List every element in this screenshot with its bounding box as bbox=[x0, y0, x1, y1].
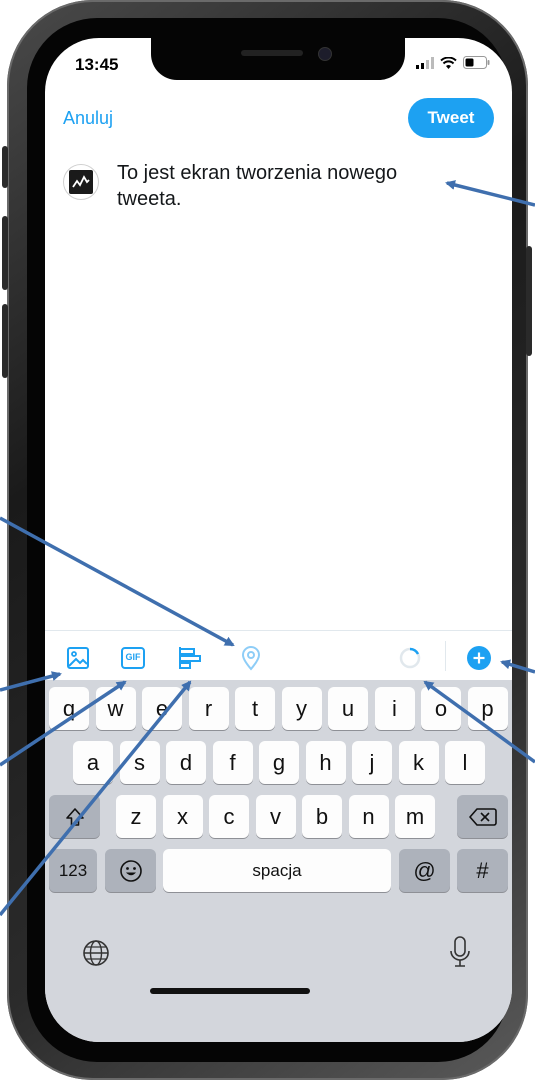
poll-icon[interactable] bbox=[177, 645, 203, 671]
at-key[interactable]: @ bbox=[399, 849, 450, 892]
signal-icon bbox=[416, 56, 434, 69]
status-time: 13:45 bbox=[75, 55, 119, 74]
location-icon[interactable] bbox=[238, 645, 264, 671]
microphone-icon[interactable] bbox=[447, 935, 473, 971]
add-thread-icon[interactable] bbox=[466, 645, 492, 671]
avatar-image bbox=[69, 170, 93, 194]
gif-glyph: GIF bbox=[125, 652, 141, 662]
key-y[interactable]: y bbox=[281, 687, 322, 730]
emoji-key[interactable] bbox=[105, 849, 156, 892]
key-k[interactable]: k bbox=[398, 741, 439, 784]
key-b[interactable]: b bbox=[302, 795, 342, 838]
backspace-key[interactable] bbox=[457, 795, 508, 838]
key-u[interactable]: u bbox=[328, 687, 368, 730]
numbers-key[interactable]: 123 bbox=[49, 849, 97, 892]
key-n[interactable]: n bbox=[348, 795, 389, 838]
key-h[interactable]: h bbox=[305, 741, 346, 784]
key-i[interactable]: i bbox=[374, 687, 415, 730]
shift-key[interactable] bbox=[49, 795, 100, 838]
key-x[interactable]: x bbox=[162, 795, 203, 838]
notch bbox=[151, 38, 405, 80]
speaker bbox=[241, 50, 303, 56]
screen: 13:45 Anuluj Tweet To jest ekran tworzen… bbox=[45, 38, 512, 1042]
backspace-icon bbox=[468, 807, 497, 826]
key-w[interactable]: w bbox=[95, 687, 136, 730]
emoji-icon bbox=[119, 859, 142, 882]
image-icon[interactable] bbox=[65, 645, 91, 671]
wifi-icon bbox=[440, 56, 457, 69]
tweet-button[interactable]: Tweet bbox=[408, 98, 494, 138]
status-icons bbox=[416, 56, 490, 69]
key-m[interactable]: m bbox=[395, 795, 435, 838]
camera bbox=[318, 47, 332, 61]
mute-switch bbox=[2, 146, 8, 188]
key-f[interactable]: f bbox=[212, 741, 253, 784]
key-g[interactable]: g bbox=[259, 741, 299, 784]
cancel-button[interactable]: Anuluj bbox=[63, 108, 113, 129]
key-e[interactable]: e bbox=[142, 687, 182, 730]
key-d[interactable]: d bbox=[166, 741, 206, 784]
globe-icon[interactable] bbox=[81, 938, 111, 968]
key-q[interactable]: q bbox=[49, 687, 89, 730]
key-s[interactable]: s bbox=[119, 741, 160, 784]
space-key[interactable]: spacja bbox=[163, 849, 391, 892]
compose-toolbar: GIF bbox=[45, 630, 512, 681]
toolbar-divider bbox=[445, 641, 446, 671]
gif-icon[interactable]: GIF bbox=[120, 645, 146, 671]
compose-textarea[interactable]: To jest ekran tworzenia nowego tweeta. bbox=[117, 160, 467, 212]
key-o[interactable]: o bbox=[421, 687, 461, 730]
home-indicator bbox=[150, 988, 310, 994]
key-p[interactable]: p bbox=[467, 687, 508, 730]
key-j[interactable]: j bbox=[352, 741, 392, 784]
chart-logo-icon bbox=[72, 175, 90, 188]
hash-key[interactable]: # bbox=[457, 849, 508, 892]
key-a[interactable]: a bbox=[73, 741, 113, 784]
key-z[interactable]: z bbox=[116, 795, 156, 838]
shift-icon bbox=[65, 807, 84, 826]
volume-down-button bbox=[2, 304, 8, 378]
key-l[interactable]: l bbox=[445, 741, 485, 784]
key-v[interactable]: v bbox=[255, 795, 296, 838]
key-c[interactable]: c bbox=[209, 795, 249, 838]
volume-up-button bbox=[2, 216, 8, 290]
key-r[interactable]: r bbox=[188, 687, 229, 730]
avatar[interactable] bbox=[63, 164, 99, 200]
power-button bbox=[526, 246, 532, 356]
battery-icon bbox=[463, 56, 490, 69]
key-t[interactable]: t bbox=[235, 687, 275, 730]
progress-ring-icon bbox=[399, 647, 421, 669]
